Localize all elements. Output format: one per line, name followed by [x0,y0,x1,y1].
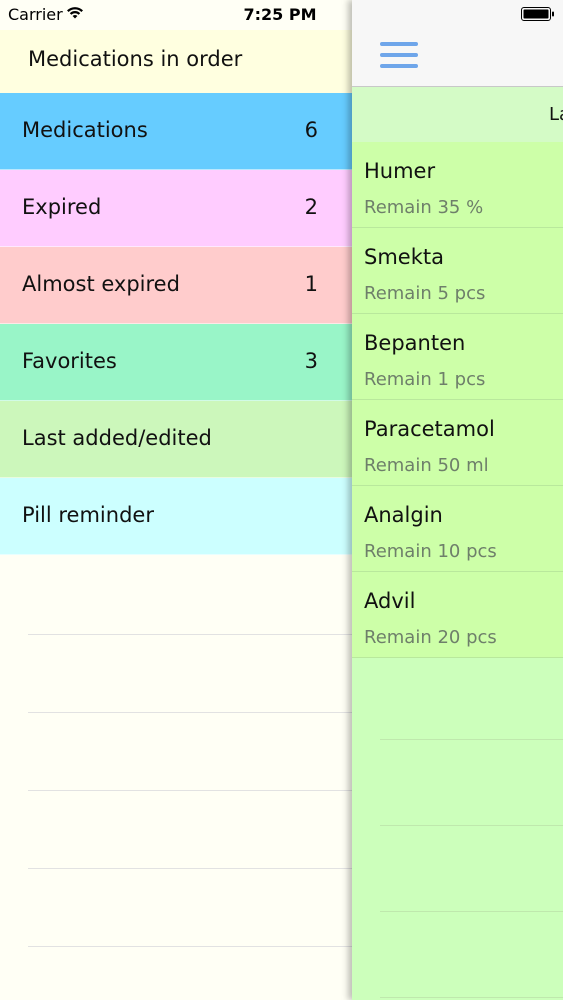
medication-item[interactable]: Bepanten Remain 1 pcs [352,314,563,400]
status-bar: Carrier 7:25 PM [0,0,563,30]
medication-item[interactable]: Smekta Remain 5 pcs [352,228,563,314]
sidebar-item-count: 1 [304,272,318,296]
medication-name: Humer [364,159,436,183]
sidebar-item-label: Expired [22,195,102,219]
list-subheader: La [352,87,563,142]
wifi-icon [67,7,83,19]
app-screen: Carrier 7:25 PM Medications in order Med… [0,0,563,1000]
carrier-label: Carrier [8,5,63,24]
sidebar-item-pill-reminder[interactable]: Pill reminder [0,478,352,555]
empty-row [28,635,352,713]
main-empty-rows [380,654,563,998]
empty-row [28,557,352,635]
medication-name: Advil [364,589,416,613]
medication-name: Smekta [364,245,444,269]
medication-name: Bepanten [364,331,466,355]
medication-remain: Remain 5 pcs [364,283,486,304]
sidebar-empty-rows [28,557,352,947]
subheader-title: La [549,104,563,125]
medication-item[interactable]: Paracetamol Remain 50 ml [352,400,563,486]
battery-icon [521,7,554,21]
medication-remain: Remain 1 pcs [364,369,486,390]
hamburger-menu-icon[interactable] [380,42,418,70]
medication-remain: Remain 20 pcs [364,627,497,648]
medication-name: Analgin [364,503,443,527]
medication-remain: Remain 10 pcs [364,541,497,562]
sidebar-item-medications[interactable]: Medications 6 [0,93,352,170]
sidebar-item-favorites[interactable]: Favorites 3 [0,324,352,401]
empty-row [380,654,563,740]
sidebar-item-label: Favorites [22,349,117,373]
main-panel: La Humer Remain 35 % Smekta Remain 5 pcs… [352,0,563,1000]
sidebar-item-expired[interactable]: Expired 2 [0,170,352,247]
medication-remain: Remain 50 ml [364,455,489,476]
medication-name: Paracetamol [364,417,495,441]
medication-remain: Remain 35 % [364,197,484,218]
empty-row [380,740,563,826]
empty-row [380,912,563,998]
sidebar-item-almost-expired[interactable]: Almost expired 1 [0,247,352,324]
empty-row [28,791,352,869]
sidebar-item-label: Last added/edited [22,426,212,450]
sidebar-item-label: Almost expired [22,272,180,296]
sidebar: Medications in order Medications 6 Expir… [0,0,352,1000]
medication-item[interactable]: Humer Remain 35 % [352,142,563,228]
sidebar-item-label: Medications [22,118,148,142]
empty-row [28,869,352,947]
sidebar-menu: Medications 6 Expired 2 Almost expired 1… [0,93,352,555]
sidebar-item-label: Pill reminder [22,503,154,527]
sidebar-item-count: 3 [304,349,318,373]
medication-item[interactable]: Advil Remain 20 pcs [352,572,563,658]
sidebar-item-count: 6 [304,118,318,142]
medication-list: Humer Remain 35 % Smekta Remain 5 pcs Be… [352,142,563,658]
empty-row [380,826,563,912]
status-time: 7:25 PM [243,5,317,24]
sidebar-title: Medications in order [28,47,243,71]
medication-item[interactable]: Analgin Remain 10 pcs [352,486,563,572]
sidebar-item-last-added[interactable]: Last added/edited [0,401,352,478]
sidebar-item-count: 2 [304,195,318,219]
empty-row [28,713,352,791]
sidebar-header: Medications in order [0,30,352,93]
